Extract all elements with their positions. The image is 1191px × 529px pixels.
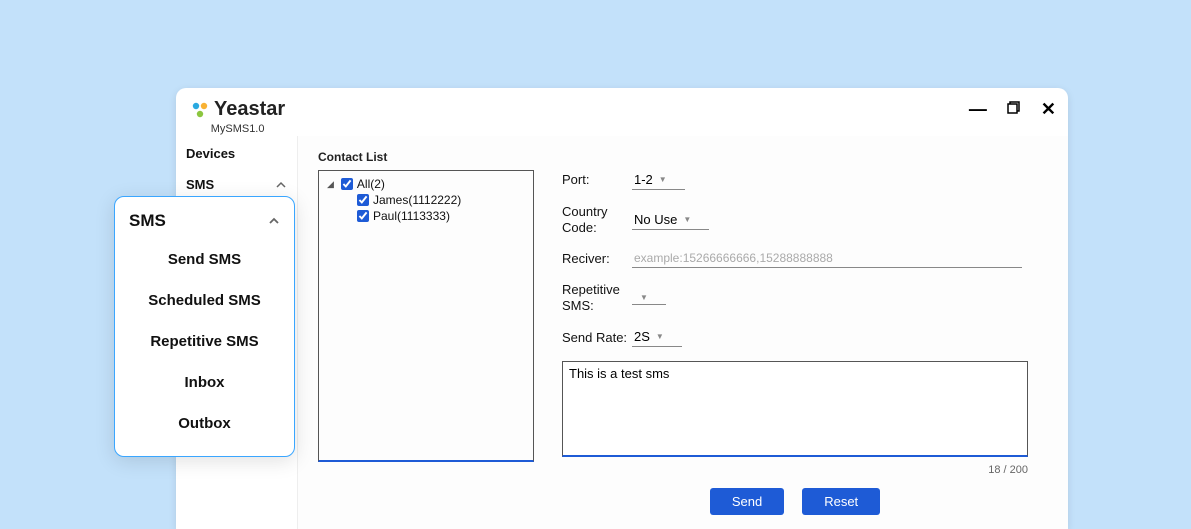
app-window: Yeastar MySMS1.0 — ✕ Devices SMS Contact… <box>176 88 1068 529</box>
row-repetitive: Repetitive SMS: ▼ <box>562 282 1044 313</box>
brand-sub: MySMS1.0 <box>211 123 265 135</box>
reset-button[interactable]: Reset <box>802 488 880 515</box>
submenu-item-inbox[interactable]: Inbox <box>115 362 294 403</box>
label-rate: Send Rate: <box>562 330 632 346</box>
row-port: Port: 1-2 ▼ <box>562 170 1044 190</box>
tree-child-0[interactable]: James(1112222) <box>357 193 525 207</box>
message-textarea[interactable] <box>562 361 1028 457</box>
tree-child-1[interactable]: Paul(1113333) <box>357 209 525 223</box>
maximize-icon[interactable] <box>1007 100 1021 118</box>
contact-list-title: Contact List <box>318 150 1044 164</box>
submenu-header[interactable]: SMS <box>115 207 294 239</box>
submenu-item-repetitive-sms[interactable]: Repetitive SMS <box>115 321 294 362</box>
select-port-value: 1-2 <box>634 172 653 187</box>
char-count: 18 / 200 <box>562 464 1028 476</box>
checkbox-james[interactable] <box>357 194 369 206</box>
chevron-up-icon <box>268 215 280 227</box>
nav-label-devices: Devices <box>186 146 235 161</box>
chevron-down-icon: ▼ <box>640 293 648 302</box>
select-repetitive[interactable]: ▼ <box>632 291 666 305</box>
titlebar: Yeastar MySMS1.0 — ✕ <box>176 88 1068 136</box>
minimize-icon[interactable]: — <box>969 100 987 118</box>
select-rate[interactable]: 2S ▼ <box>632 327 682 347</box>
window-controls: — ✕ <box>969 98 1056 118</box>
content-area: Contact List ◢ All(2) James(1112222) Pau… <box>298 136 1068 529</box>
chevron-up-icon <box>275 179 287 191</box>
row-rate: Send Rate: 2S ▼ <box>562 327 1044 347</box>
select-country-value: No Use <box>634 212 677 227</box>
checkbox-paul[interactable] <box>357 210 369 222</box>
actions: Send Reset <box>562 488 1028 515</box>
select-rate-value: 2S <box>634 329 650 344</box>
chevron-down-icon: ▼ <box>683 215 691 224</box>
submenu-item-send-sms[interactable]: Send SMS <box>115 239 294 280</box>
submenu-item-scheduled-sms[interactable]: Scheduled SMS <box>115 280 294 321</box>
label-port: Port: <box>562 172 632 188</box>
label-country: Country Code: <box>562 204 632 235</box>
label-receiver: Reciver: <box>562 251 632 267</box>
chevron-down-icon: ▼ <box>659 175 667 184</box>
brand: Yeastar MySMS1.0 <box>190 98 285 135</box>
nav-label-sms: SMS <box>186 177 214 192</box>
contact-list-box[interactable]: ◢ All(2) James(1112222) Paul(1113333) <box>318 170 534 462</box>
select-country[interactable]: No Use ▼ <box>632 210 709 230</box>
close-icon[interactable]: ✕ <box>1041 100 1056 118</box>
tree-collapse-icon[interactable]: ◢ <box>327 179 334 190</box>
submenu-item-outbox[interactable]: Outbox <box>115 403 294 444</box>
label-repetitive: Repetitive SMS: <box>562 282 632 313</box>
content-row: ◢ All(2) James(1112222) Paul(1113333) <box>318 170 1044 515</box>
sms-submenu: SMS Send SMS Scheduled SMS Repetitive SM… <box>114 196 295 457</box>
nav-item-devices[interactable]: Devices <box>176 138 297 169</box>
row-receiver: Reciver: <box>562 249 1044 268</box>
tree-root[interactable]: ◢ All(2) <box>327 177 525 191</box>
tree-child-label-1: Paul(1113333) <box>373 209 450 223</box>
yeastar-logo-icon <box>190 100 210 120</box>
form-area: Port: 1-2 ▼ Country Code: No Use ▼ <box>562 170 1044 515</box>
app-body: Devices SMS Contact List ◢ All(2) <box>176 136 1068 529</box>
chevron-down-icon: ▼ <box>656 332 664 341</box>
input-receiver[interactable] <box>632 249 1022 268</box>
brand-name: Yeastar <box>214 98 285 121</box>
tree-child-label-0: James(1112222) <box>373 193 461 207</box>
tree-root-label: All(2) <box>357 177 385 191</box>
send-button[interactable]: Send <box>710 488 784 515</box>
row-country: Country Code: No Use ▼ <box>562 204 1044 235</box>
brand-logo: Yeastar <box>190 98 285 121</box>
select-port[interactable]: 1-2 ▼ <box>632 170 685 190</box>
submenu-title: SMS <box>129 211 166 231</box>
checkbox-all[interactable] <box>341 178 353 190</box>
